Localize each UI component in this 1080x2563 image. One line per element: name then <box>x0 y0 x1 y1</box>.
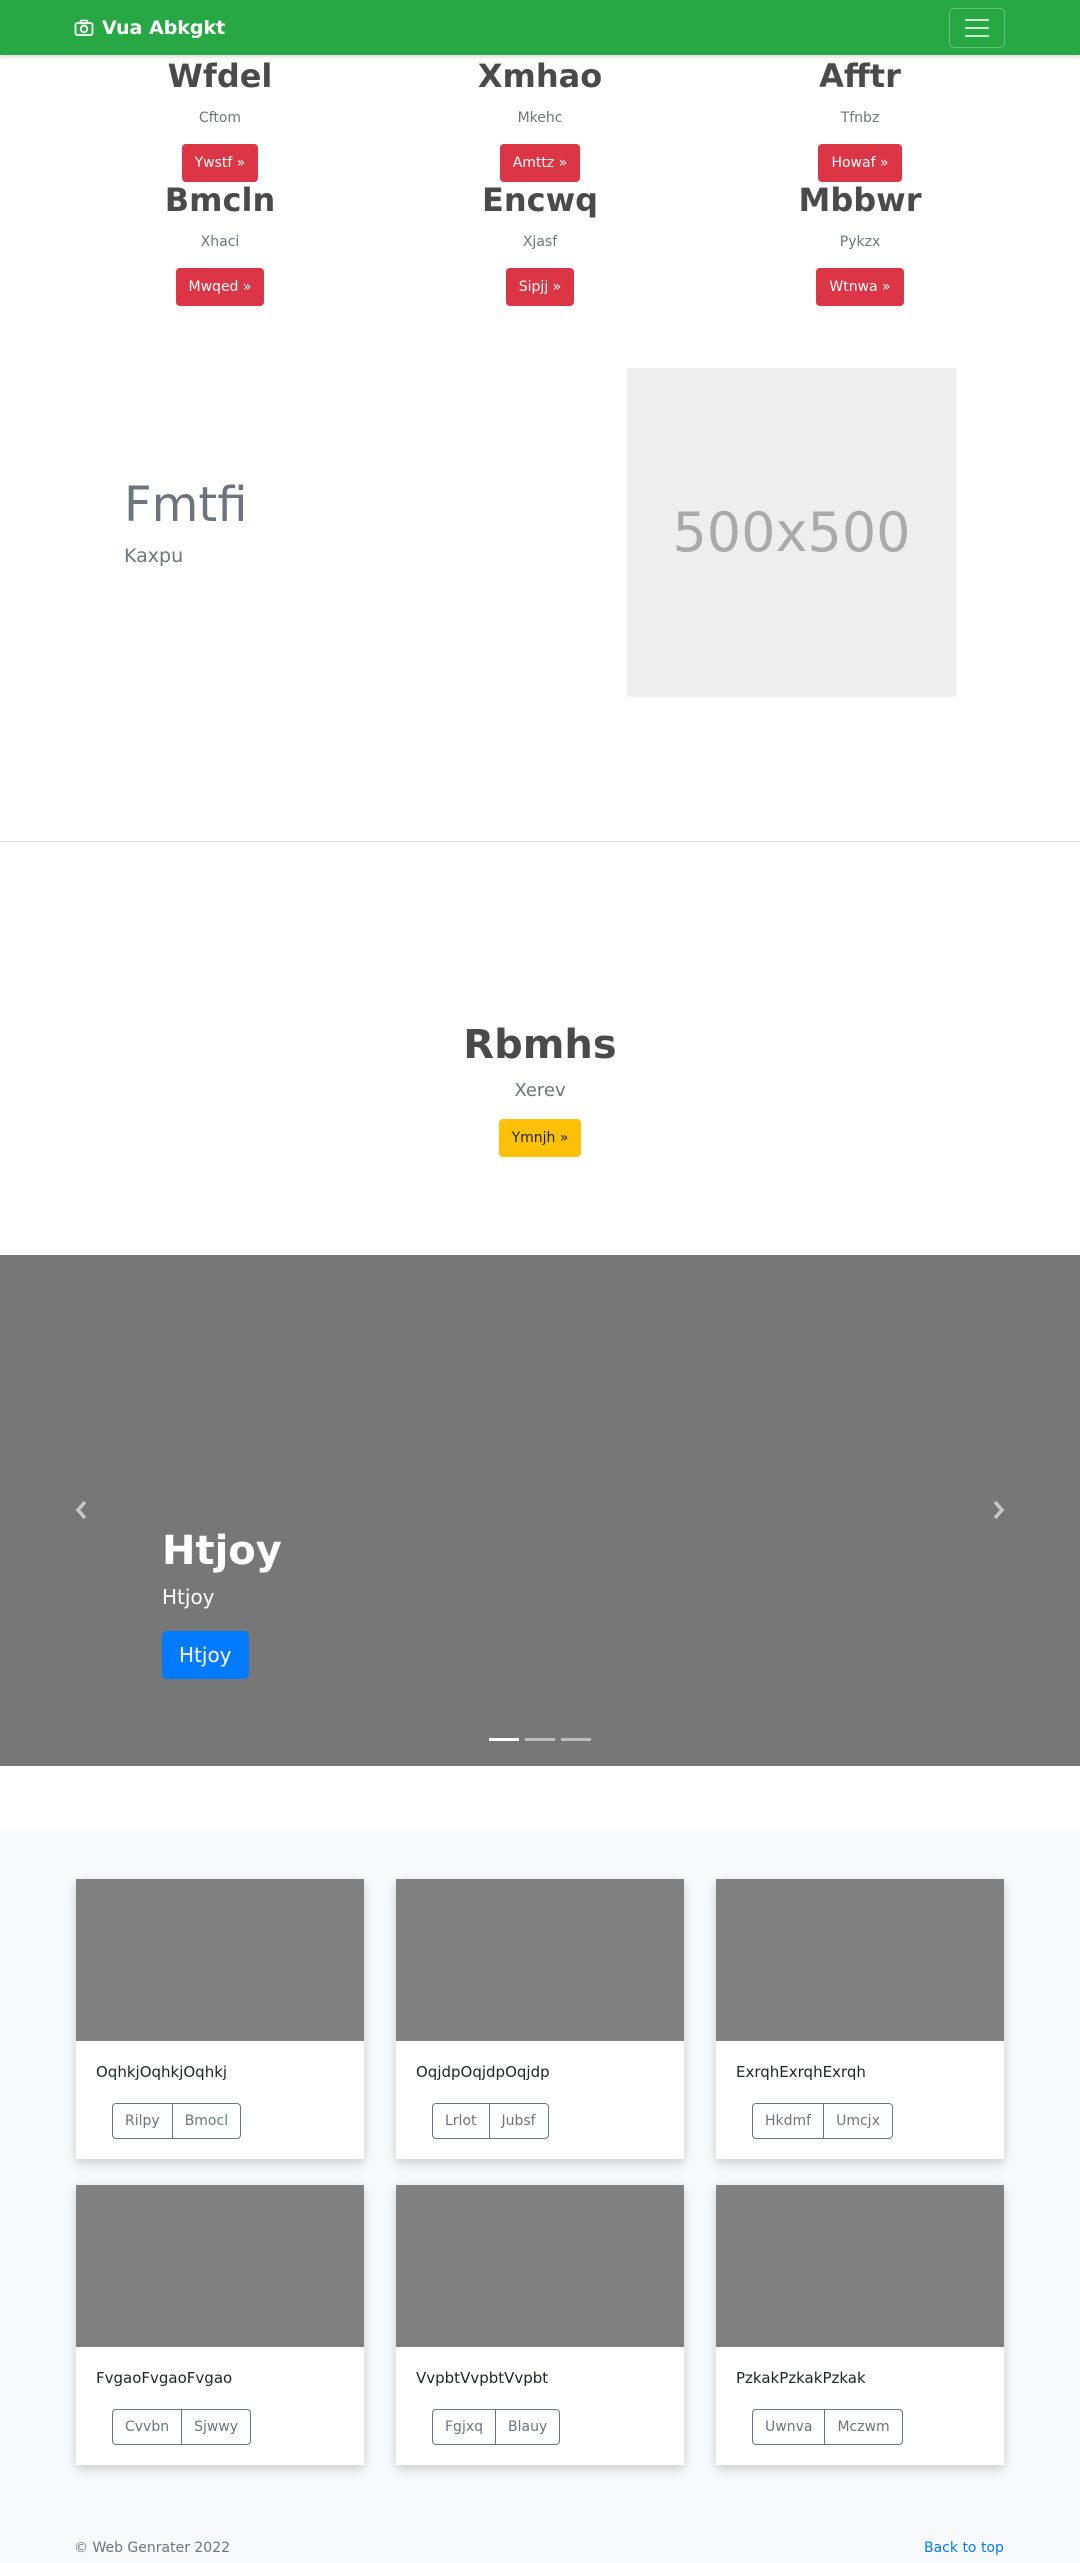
feature-subtitle: Pykzx <box>839 234 881 250</box>
feature-button[interactable]: Sipjj » <box>505 268 575 306</box>
navbar-brand[interactable]: Vua Abkgkt <box>74 15 225 41</box>
card-button-group: Uwnva Mczwm <box>752 2409 903 2445</box>
card-text: OqhkjOqhkjOqhkj <box>96 2063 228 2081</box>
card-button[interactable]: Lrlot <box>432 2103 490 2139</box>
feature-button[interactable]: Amttz » <box>499 144 581 182</box>
section-divider <box>0 841 1080 842</box>
feature-subtitle: Cftom <box>198 110 242 126</box>
card-button[interactable]: Mczwm <box>824 2409 903 2445</box>
feature-item: Bmcln Xhaci Mwqed » <box>40 180 400 306</box>
feature-button[interactable]: Mwqed » <box>175 268 265 306</box>
carousel-indicator-1[interactable] <box>489 1738 519 1741</box>
card-button[interactable]: Umcjx <box>823 2103 893 2139</box>
card-button[interactable]: Sjwwy <box>181 2409 252 2445</box>
card-image <box>76 1879 364 2041</box>
card-button-group: Cvvbn Sjwwy <box>112 2409 252 2445</box>
chevron-right-icon <box>993 1500 1005 1520</box>
feature-subtitle: Xhaci <box>200 234 240 250</box>
feature-item: Encwq Xjasf Sipjj » <box>360 180 720 306</box>
carousel-prev-button[interactable] <box>66 1490 96 1530</box>
slide-subtitle: Htjoy <box>162 1585 215 1609</box>
album-card: OqjdpOqjdpOqjdp Lrlot Jubsf <box>396 1879 684 2159</box>
card-button-group: Rilpy Bmocl <box>112 2103 242 2139</box>
feature-button[interactable]: Howaf » <box>818 144 902 182</box>
card-button[interactable]: Rilpy <box>112 2103 173 2139</box>
card-button[interactable]: Blauy <box>495 2409 561 2445</box>
feature-button[interactable]: Ywstf » <box>181 144 259 182</box>
album-section: OqhkjOqhkjOqhkj Rilpy Bmocl OqjdpOqjdpOq… <box>0 1831 1080 2563</box>
card-button[interactable]: Bmocl <box>171 2103 242 2139</box>
feature-subtitle: Xjasf <box>522 234 558 250</box>
carousel-indicators <box>489 1738 591 1741</box>
card-button[interactable]: Uwnva <box>752 2409 826 2445</box>
card-image <box>396 1879 684 2041</box>
feature-title: Wfdel <box>167 57 273 95</box>
card-text: PzkakPzkakPzkak <box>736 2369 866 2387</box>
card-button-group: Hkdmf Umcjx <box>752 2103 893 2139</box>
footer-copyright: © Web Genrater 2022 <box>74 2540 231 2556</box>
card-button[interactable]: Hkdmf <box>752 2103 825 2139</box>
card-image <box>716 1879 1004 2041</box>
album-card: VvpbtVvpbtVvpbt Fgjxq Blauy <box>396 2185 684 2465</box>
navbar-toggler-button[interactable] <box>949 8 1005 48</box>
album-card: OqhkjOqhkjOqhkj Rilpy Bmocl <box>76 1879 364 2159</box>
feature-subtitle: Mkehc <box>517 110 563 126</box>
feature-title: Xmhao <box>477 57 603 95</box>
feature-item: Afftr Tfnbz Howaf » <box>680 56 1040 182</box>
callout-section: Rbmhs Xerev Ymnjh » <box>0 1015 1080 1157</box>
album-card: PzkakPzkakPzkak Uwnva Mczwm <box>716 2185 1004 2465</box>
feature-title: Encwq <box>481 181 599 219</box>
callout-subtitle: Xerev <box>514 1080 566 1101</box>
slide-button[interactable]: Htjoy <box>162 1631 249 1679</box>
callout-button[interactable]: Ymnjh » <box>498 1119 582 1157</box>
feature-title: Bmcln <box>164 181 276 219</box>
card-text: FvgaoFvgaoFvgao <box>96 2369 233 2387</box>
album-card: ExrqhExrqhExrqh Hkdmf Umcjx <box>716 1879 1004 2159</box>
hamburger-icon <box>965 19 989 21</box>
carousel: Htjoy Htjoy Htjoy <box>0 1255 1080 1766</box>
feature-title: Afftr <box>819 57 901 95</box>
camera-icon <box>74 19 94 36</box>
carousel-next-button[interactable] <box>984 1490 1014 1530</box>
card-image <box>396 2185 684 2347</box>
card-text: ExrqhExrqhExrqh <box>736 2063 866 2081</box>
carousel-indicator-2[interactable] <box>525 1738 555 1741</box>
navbar: Vua Abkgkt <box>0 0 1080 55</box>
card-button-group: Fgjxq Blauy <box>432 2409 561 2445</box>
placeholder-label: 500x500 <box>672 501 911 564</box>
feature-subtitle: Tfnbz <box>840 110 880 126</box>
card-text: OqjdpOqjdpOqjdp <box>416 2063 550 2081</box>
card-image <box>716 2185 1004 2347</box>
card-text: VvpbtVvpbtVvpbt <box>416 2369 549 2387</box>
feature-item: Mbbwr Pykzx Wtnwa » <box>680 180 1040 306</box>
feature-title: Mbbwr <box>798 181 922 219</box>
album-card: FvgaoFvgaoFvgao Cvvbn Sjwwy <box>76 2185 364 2465</box>
card-button-group: Lrlot Jubsf <box>432 2103 549 2139</box>
hero-subtitle: Kaxpu <box>124 545 184 567</box>
slide-title: Htjoy <box>162 1528 282 1574</box>
card-button[interactable]: Jubsf <box>488 2103 549 2139</box>
hero-title: Fmtfi <box>124 477 248 533</box>
brand-label: Vua Abkgkt <box>102 17 226 39</box>
feature-item: Wfdel Cftom Ywstf » <box>40 56 400 182</box>
feature-button[interactable]: Wtnwa » <box>816 268 904 306</box>
callout-title: Rbmhs <box>463 1022 617 1068</box>
back-to-top-link[interactable]: Back to top <box>924 2538 1004 2558</box>
feature-item: Xmhao Mkehc Amttz » <box>360 56 720 182</box>
carousel-indicator-3[interactable] <box>561 1738 591 1741</box>
card-image <box>76 2185 364 2347</box>
card-button[interactable]: Fgjxq <box>432 2409 497 2445</box>
chevron-left-icon <box>75 1500 87 1520</box>
hero-image-placeholder: 500x500 <box>627 368 956 697</box>
card-button[interactable]: Cvvbn <box>112 2409 183 2445</box>
